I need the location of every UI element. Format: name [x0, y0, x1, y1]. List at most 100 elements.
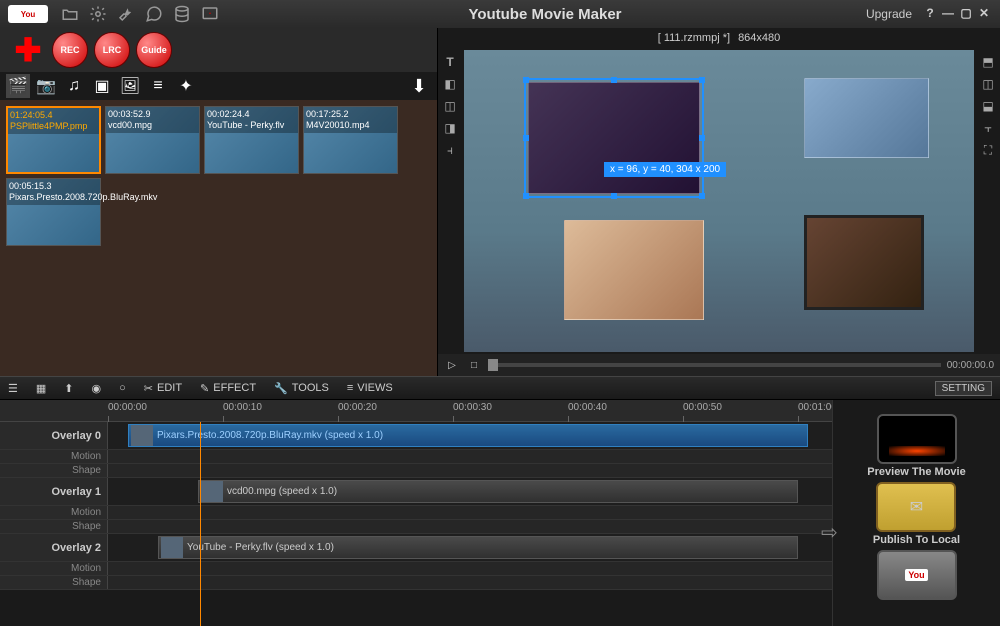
align-middle-v-icon[interactable]: ◫	[978, 74, 998, 94]
wrench-icon[interactable]	[112, 0, 140, 28]
timeline-ruler[interactable]: 00:00:0000:00:1000:00:2000:00:3000:00:40…	[0, 400, 832, 422]
lrc-button[interactable]: LRC	[94, 32, 130, 68]
track-subcontent[interactable]	[108, 506, 832, 519]
stop-button[interactable]: □	[466, 357, 482, 373]
ruler-tick: 00:00:00	[108, 402, 147, 413]
publish-local-label: Publish To Local	[873, 534, 960, 546]
settings-icon[interactable]	[84, 0, 112, 28]
list-tab-icon[interactable]: ≡	[146, 74, 170, 98]
align-left-icon[interactable]: ◧	[440, 74, 460, 94]
ruler-tick: 00:00:30	[453, 402, 492, 413]
track-sublabel: Motion	[0, 450, 108, 463]
selected-overlay[interactable]	[524, 78, 704, 198]
track-subrow: Shape	[0, 520, 832, 534]
playback-slider[interactable]	[488, 363, 941, 367]
align-bottom-icon[interactable]: ⬓	[978, 96, 998, 116]
track-sublabel: Motion	[0, 506, 108, 519]
media-item[interactable]: 01:24:05.4PSPlittle4PMP.pmp	[6, 106, 101, 174]
overlay-pic-2[interactable]	[804, 78, 929, 158]
play-icon[interactable]: ◉	[92, 382, 102, 395]
publish-local-button[interactable]: ✉ Publish To Local	[873, 482, 960, 546]
left-preview-tools: T ◧ ◫ ◨ ⫞	[438, 48, 462, 354]
timeline: 00:00:0000:00:1000:00:2000:00:3000:00:40…	[0, 400, 832, 626]
distribute-v-icon[interactable]: ⫟	[978, 118, 998, 138]
minimize-button[interactable]: —	[940, 6, 956, 22]
app-logo: You	[8, 5, 48, 23]
preview-movie-icon	[877, 414, 957, 464]
add-button[interactable]: ✚	[10, 32, 46, 68]
expand-icon[interactable]: ⛶	[978, 140, 998, 160]
edit-button[interactable]: ✂EDIT	[144, 382, 182, 395]
distribute-h-icon[interactable]: ⫞	[440, 140, 460, 160]
image-tab-icon[interactable]: 🖼	[118, 74, 142, 98]
track-label: Overlay 1	[0, 478, 108, 505]
overlay-pic-4[interactable]	[804, 215, 924, 310]
overlay-pic-3[interactable]	[564, 220, 704, 320]
playhead[interactable]	[200, 422, 201, 626]
track-sublabel: Shape	[0, 464, 108, 477]
views-button[interactable]: ≡VIEWS	[347, 382, 393, 394]
play-button[interactable]: ▷	[444, 357, 460, 373]
menubar: You Youtube Movie Maker Upgrade ? — ▢ ✕	[0, 0, 1000, 28]
track-sublabel: Shape	[0, 576, 108, 589]
grid-icon[interactable]: ▦	[36, 382, 46, 395]
help-button[interactable]: ?	[922, 6, 938, 22]
timeline-clip[interactable]: YouTube - Perky.flv (speed x 1.0)	[158, 536, 798, 559]
close-button[interactable]: ✕	[976, 6, 992, 22]
bottom-section: 00:00:0000:00:1000:00:2000:00:3000:00:40…	[0, 400, 1000, 626]
record-button[interactable]: REC	[52, 32, 88, 68]
monitor-icon[interactable]	[196, 0, 224, 28]
photo-tab-icon[interactable]: 📷	[34, 74, 58, 98]
guide-button[interactable]: Guide	[136, 32, 172, 68]
media-item[interactable]: 00:03:52.9vcd00.mpg	[105, 106, 200, 174]
track-row: Overlay 2 YouTube - Perky.flv (speed x 1…	[0, 534, 832, 562]
track-subcontent[interactable]	[108, 576, 832, 589]
track-row: Overlay 1 vcd00.mpg (speed x 1.0)	[0, 478, 832, 506]
output-actions: ⇨ Preview The Movie ✉ Publish To Local Y…	[832, 400, 1000, 626]
tracks: Overlay 0 Pixars.Presto.2008.720p.BluRay…	[0, 422, 832, 626]
align-center-h-icon[interactable]: ◫	[440, 96, 460, 116]
text-tab-icon[interactable]: ▣	[90, 74, 114, 98]
ruler-tick: 00:00:20	[338, 402, 377, 413]
database-icon[interactable]	[168, 0, 196, 28]
track-subrow: Shape	[0, 576, 832, 590]
track-subcontent[interactable]	[108, 520, 832, 533]
align-right-icon[interactable]: ◨	[440, 118, 460, 138]
media-item[interactable]: 00:05:15.3Pixars.Presto.2008.720p.BluRay…	[6, 178, 101, 246]
upgrade-link[interactable]: Upgrade	[866, 7, 912, 21]
track-content[interactable]: Pixars.Presto.2008.720p.BluRay.mkv (spee…	[108, 422, 832, 449]
right-preview-tools: ⬒ ◫ ⬓ ⫟ ⛶	[976, 48, 1000, 354]
media-item[interactable]: 00:02:24.4YouTube - Perky.flv	[204, 106, 299, 174]
publish-local-icon: ✉	[876, 482, 956, 532]
preview-movie-button[interactable]: Preview The Movie	[867, 414, 965, 478]
download-icon[interactable]: ⬇	[407, 74, 431, 98]
track-subcontent[interactable]	[108, 464, 832, 477]
timeline-clip[interactable]: Pixars.Presto.2008.720p.BluRay.mkv (spee…	[128, 424, 808, 447]
effect-button[interactable]: ✎EFFECT	[200, 382, 256, 395]
track-subcontent[interactable]	[108, 562, 832, 575]
ruler-tick: 00:00:40	[568, 402, 607, 413]
preview-row: T ◧ ◫ ◨ ⫞ x = 96, y = 40, 304 x 200	[438, 48, 1000, 354]
chat-icon[interactable]	[140, 0, 168, 28]
up-icon[interactable]: ⬆	[64, 382, 73, 395]
menu-icon[interactable]: ☰	[8, 382, 18, 395]
preview-dims: 864x480	[738, 32, 780, 44]
youtube-button[interactable]: You	[877, 550, 957, 600]
timeline-clip[interactable]: vcd00.mpg (speed x 1.0)	[198, 480, 798, 503]
track-content[interactable]: vcd00.mpg (speed x 1.0)	[108, 478, 832, 505]
tools-button[interactable]: 🔧TOOLS	[274, 382, 329, 395]
record-icon[interactable]: ○	[119, 382, 126, 394]
align-top-icon[interactable]: ⬒	[978, 52, 998, 72]
track-subcontent[interactable]	[108, 450, 832, 463]
music-tab-icon[interactable]: ♫	[62, 74, 86, 98]
setting-button[interactable]: SETTING	[935, 381, 992, 396]
effects-tab-icon[interactable]: ✦	[174, 74, 198, 98]
track-content[interactable]: YouTube - Perky.flv (speed x 1.0)	[108, 534, 832, 561]
video-tab-icon[interactable]: 🎬	[6, 74, 30, 98]
media-item[interactable]: 00:17:25.2M4V20010.mp4	[303, 106, 398, 174]
preview-title-bar: [ 111.rzmmpj *] 864x480	[438, 28, 1000, 48]
maximize-button[interactable]: ▢	[958, 6, 974, 22]
open-icon[interactable]	[56, 0, 84, 28]
preview-canvas[interactable]: x = 96, y = 40, 304 x 200	[464, 50, 974, 352]
text-tool-icon[interactable]: T	[440, 52, 460, 72]
